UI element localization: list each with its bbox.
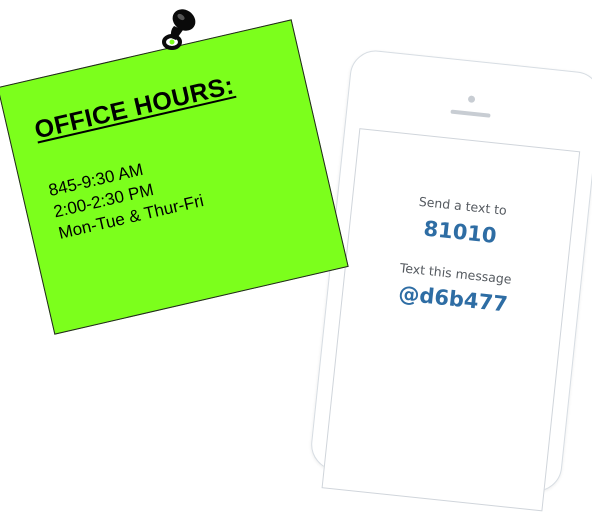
sticky-note: OFFICE HOURS: 845-9:30 AM 2:00-2:30 PM M… [0, 19, 349, 335]
phone-screen: Send a text to 81010 Text this message @… [321, 128, 581, 512]
phone-speaker [450, 109, 491, 118]
phone-camera [467, 95, 476, 104]
phone-graphic: Send a text to 81010 Text this message @… [308, 47, 592, 512]
push-pin-icon [162, 9, 196, 50]
office-hours-title: OFFICE HOURS: [31, 71, 237, 145]
